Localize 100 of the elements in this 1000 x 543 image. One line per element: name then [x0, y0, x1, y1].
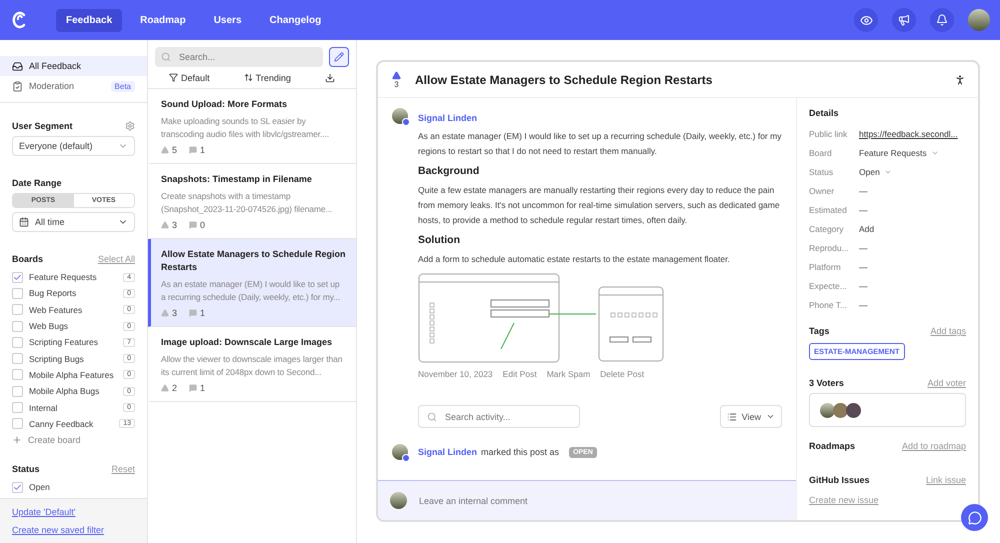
checkbox[interactable] [12, 336, 23, 348]
eye-icon[interactable] [854, 8, 878, 32]
post-title: Snapshots: Timestamp in Filename [161, 173, 313, 186]
section-title: Date Range [12, 178, 62, 188]
detail-label: Status [809, 166, 834, 176]
author-link[interactable]: Signal Linden [418, 447, 478, 457]
detail-label: Category [809, 224, 844, 234]
post-title: Sound Upload: More Formats [161, 98, 288, 111]
upvote-button[interactable]: 3 [392, 70, 401, 88]
filter-button[interactable]: Default [169, 72, 210, 82]
post-action-link[interactable]: Mark Spam [546, 369, 590, 379]
checkbox[interactable] [12, 353, 23, 364]
pencil-icon[interactable] [329, 47, 349, 67]
chat-icon[interactable] [961, 504, 988, 531]
post-action-link[interactable]: Delete Post [600, 369, 644, 379]
filter-link[interactable]: Create new saved filter [12, 525, 135, 535]
sidebar-item[interactable]: Moderation Beta [0, 76, 147, 96]
nav-tab[interactable]: Feedback [56, 8, 122, 32]
detail-value: — [859, 300, 868, 310]
detail-select[interactable]: Feature Requests [859, 148, 939, 158]
section-heading: Solution [418, 234, 461, 246]
search-icon [161, 52, 171, 62]
inbox-icon [12, 60, 23, 72]
checkbox[interactable] [12, 482, 23, 493]
bell-icon[interactable] [930, 8, 954, 32]
activity-search-field[interactable]: Search activity... [418, 405, 580, 428]
sort-icon [244, 73, 253, 82]
checkbox[interactable] [12, 288, 23, 299]
person-icon[interactable] [954, 74, 966, 86]
date-select[interactable]: All time [12, 212, 135, 232]
section-title: GitHub Issues [809, 475, 870, 485]
voter-avatar [820, 402, 835, 418]
detail-label: Platform [809, 262, 842, 272]
checkbox[interactable] [12, 402, 23, 414]
search-field[interactable]: Search... [155, 47, 323, 67]
add-roadmap-link[interactable]: Add to roadmap [902, 441, 966, 451]
checkbox[interactable] [12, 418, 23, 430]
detail-value: — [859, 262, 868, 272]
user-avatar [390, 492, 407, 509]
create-issue-link[interactable]: Create new issue [809, 495, 879, 505]
reset-link[interactable]: Reset [111, 464, 135, 474]
board-label: Canny Feedback [29, 418, 94, 429]
comment-count: 1 [200, 145, 206, 155]
create-board-link[interactable]: Create board [12, 432, 135, 448]
post-excerpt: Create snapshots with a timestamp (Snapshot_2023-11-20-074526.jpg) filename... [161, 190, 334, 216]
public-link[interactable]: https://feedback.secondl... [859, 128, 958, 138]
nav-tab[interactable]: Users [204, 8, 252, 32]
settings-icon[interactable] [125, 121, 135, 131]
select-all-link[interactable]: Select All [98, 254, 135, 264]
checkbox[interactable] [12, 320, 23, 332]
comment-field[interactable]: Leave an internal comment [378, 480, 796, 520]
detail-value: Add [859, 224, 874, 234]
comment-input[interactable]: Leave an internal comment [417, 494, 784, 506]
search-input[interactable]: Search... [177, 51, 317, 63]
segment-select[interactable]: Everyone (default) [12, 136, 135, 156]
sidebar-item[interactable]: All Feedback [0, 56, 147, 76]
add-voter-link[interactable]: Add voter [927, 378, 966, 388]
link-issue-link[interactable]: Link issue [926, 475, 966, 485]
status-label: Open [29, 482, 50, 492]
activity-search-input[interactable]: Search activity... [443, 410, 571, 422]
checkbox[interactable] [12, 272, 23, 283]
clipboard-icon [12, 80, 23, 92]
vote-count: 3 [172, 220, 178, 230]
post-action-link[interactable]: Edit Post [502, 369, 537, 379]
board-label: Scripting Bugs [29, 354, 84, 364]
post-card[interactable]: Allow Estate Managers to Schedule Region Restarts As an estate manager (EM) I would like to set up a recurring schedule (Daily, weekly, etc.) for my... 3 1 [148, 239, 356, 327]
post-paragraph: Add a form to schedule automatic estate restarts to the estate management floater. [418, 253, 731, 266]
board-label: Mobile Alpha Features [29, 370, 114, 380]
add-tags-link[interactable]: Add tags [930, 326, 966, 336]
comment-count: 1 [200, 383, 206, 393]
detail-value: — [859, 280, 868, 290]
detail-label: Reprodu... [809, 242, 850, 252]
view-button[interactable]: View [720, 405, 782, 428]
vote-count: 3 [172, 308, 178, 318]
nav-tab[interactable]: Roadmap [130, 8, 196, 32]
voter-avatar [833, 402, 848, 418]
detail-value: — [859, 204, 868, 214]
author-avatar [392, 108, 408, 124]
section-title: Tags [809, 326, 830, 336]
user-avatar[interactable] [968, 9, 990, 31]
checkbox[interactable] [12, 369, 23, 380]
checkbox[interactable] [12, 304, 23, 316]
download-icon[interactable] [324, 72, 335, 82]
checkbox[interactable] [12, 386, 23, 397]
comment-icon [189, 384, 198, 392]
detail-select[interactable]: Open [859, 166, 892, 176]
chevron-down-icon [766, 412, 775, 421]
author-link[interactable]: Signal Linden [418, 113, 478, 123]
section-title: Roadmaps [809, 441, 856, 451]
post-excerpt: Make uploading sounds to SL easier by transcoding audio files with libvlc/gstreamer.... [161, 115, 330, 141]
upvote-icon [161, 221, 169, 229]
sort-button[interactable]: Trending [244, 72, 291, 82]
post-title: Allow Estate Managers to Schedule Region Restarts [161, 248, 346, 274]
nav-tab[interactable]: Changelog [260, 8, 332, 32]
filter-link[interactable]: Update 'Default' [12, 507, 135, 517]
detail-value: — [859, 186, 868, 196]
section-title: Boards [12, 254, 44, 264]
section-title: Status [12, 464, 40, 474]
megaphone-icon[interactable] [892, 8, 916, 32]
voter-avatar [846, 402, 861, 418]
